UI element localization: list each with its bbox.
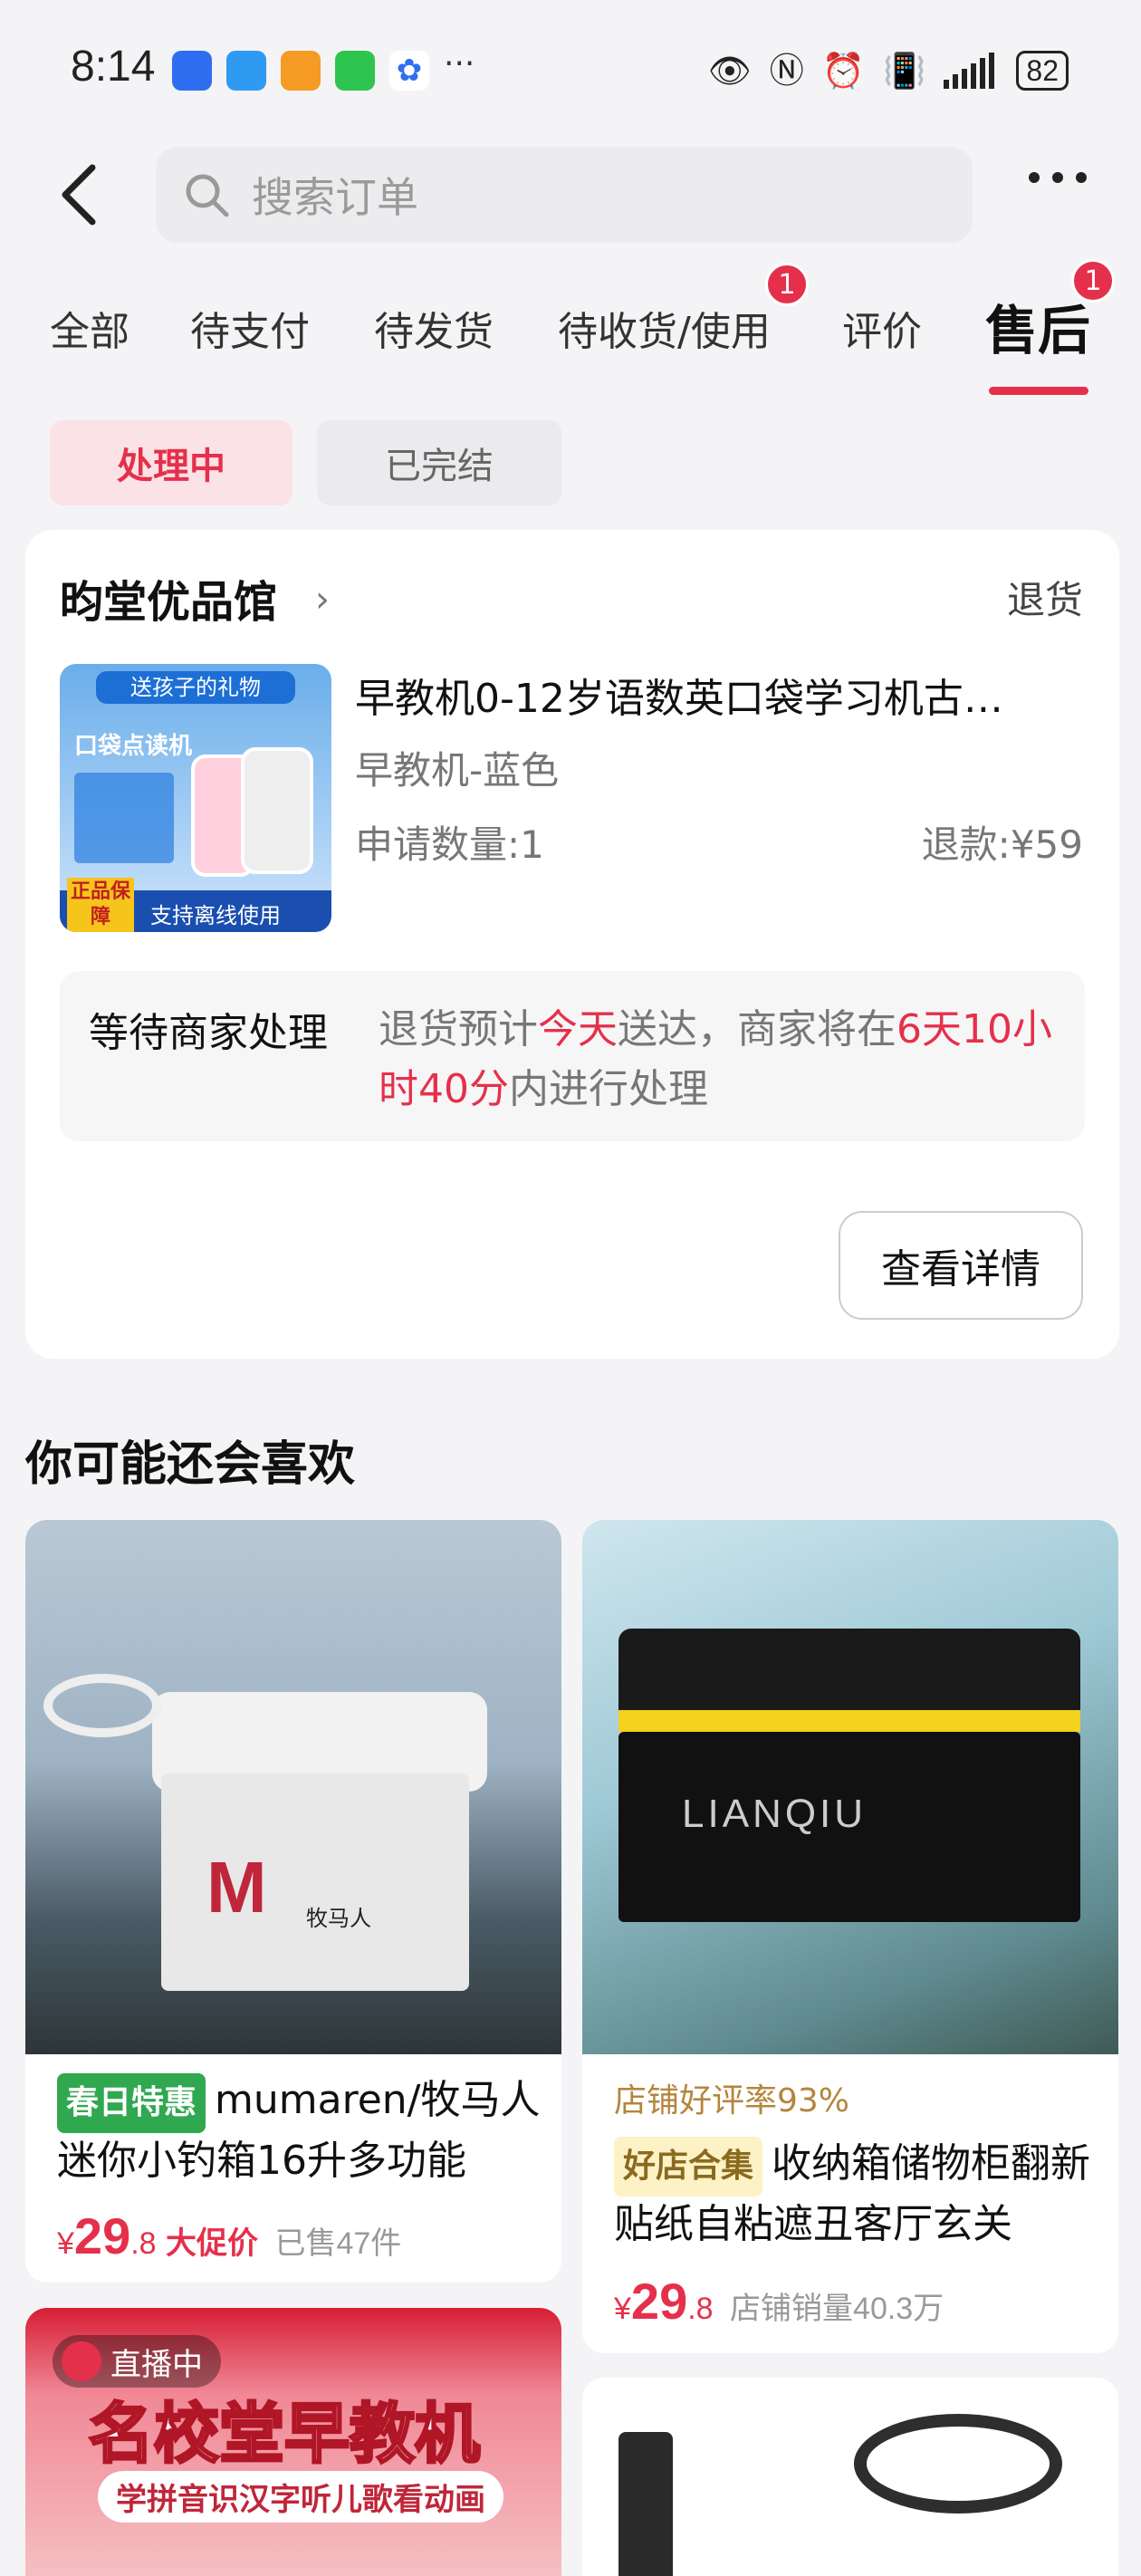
more-options-button[interactable] — [1029, 172, 1087, 183]
image-footer: 支持离线使用 — [150, 903, 281, 928]
price-symbol-1: ¥ — [57, 2226, 74, 2261]
chat-app-icon — [226, 51, 266, 91]
banner-title: 名校堂早教机 — [87, 2395, 481, 2474]
shop-name[interactable]: 昀堂优品馆 — [60, 566, 277, 630]
sold-count-1: 已售47件 — [274, 2226, 402, 2261]
brand-logo-text: 牧马人 — [306, 1906, 371, 1931]
box-stripe — [618, 1710, 1080, 1732]
active-tab-indicator — [989, 387, 1088, 395]
shop-sales-2: 店铺销量40.3万 — [730, 2292, 944, 2326]
search-placeholder: 搜索订单 — [252, 173, 418, 222]
request-quantity: 申请数量:1 — [355, 822, 544, 867]
nfc-icon: Ⓝ — [769, 51, 804, 91]
product-image-tackle-box: M 牧马人 — [25, 1520, 561, 2054]
product-image-stand — [618, 2432, 673, 2576]
product-title[interactable]: 早教机0-12岁语数英口袋学习机古… — [355, 666, 1079, 724]
notice-part3: 内进行处理 — [509, 1066, 708, 1112]
tab-all[interactable]: 全部 — [50, 299, 129, 357]
notes-app-icon — [281, 51, 321, 91]
rod-holder — [43, 1674, 161, 1737]
pending-receipt-badge: 1 — [765, 263, 809, 306]
recommend-title: 你可能还会喜欢 — [25, 1437, 356, 1492]
view-details-button[interactable]: 查看详情 — [839, 1211, 1083, 1320]
signal-icon — [944, 53, 995, 89]
recommend-price-2: ¥29.8 店铺销量40.3万 — [614, 2272, 944, 2331]
eye-icon: 👁 — [707, 51, 752, 91]
image-feature-list — [74, 773, 174, 863]
promo-tag-1: 春日特惠 — [57, 2073, 206, 2133]
search-input[interactable]: 搜索订单 — [156, 147, 973, 243]
notice-part1: 退货预计 — [379, 1006, 538, 1053]
baidu-icon: ✿ — [389, 51, 429, 91]
product-image[interactable]: 送孩子的礼物 口袋点读机 正品保障 支持离线使用 — [60, 664, 331, 932]
tab-after-sales[interactable]: 售后 — [985, 288, 1090, 364]
filter-processing[interactable]: 处理中 — [50, 420, 292, 505]
tab-reviews[interactable]: 评价 — [842, 299, 922, 357]
price-dec-1: .8 — [130, 2226, 157, 2261]
battery-icon: 82 — [1016, 51, 1069, 91]
brand-logo-lianqiu: LIANQIU — [682, 1792, 868, 1836]
tab-pending-shipment[interactable]: 待发货 — [374, 299, 494, 357]
after-sales-order-card: 昀堂优品馆 › 退货 送孩子的礼物 口袋点读机 正品保障 支持离线使用 早教机0… — [25, 530, 1119, 1359]
refund-amount: 退款:¥59 — [921, 822, 1083, 867]
product-image-storage-box: LIANQIU — [582, 1520, 1118, 2054]
back-button[interactable] — [54, 159, 109, 231]
more-notifications-icon: ··· — [444, 45, 475, 82]
tab-pending-receipt[interactable]: 待收货/使用 — [558, 299, 771, 357]
notice-part2: 送达，商家将在 — [618, 1006, 896, 1053]
image-badge: 正品保障 — [67, 878, 134, 932]
notice-today: 今天 — [538, 1006, 618, 1053]
recommend-card-3[interactable]: 直播中 名校堂早教机 学拼音识汉字听儿歌看动画 — [25, 2308, 561, 2576]
recommend-price-1: ¥29.8 大促价 已售47件 — [57, 2206, 401, 2265]
image-title: 口袋点读机 — [74, 733, 193, 760]
notice-text: 退货预计今天送达，商家将在6天10小时40分内进行处理 — [379, 1000, 1067, 1120]
voice-app-icon — [172, 51, 212, 91]
wechat-icon — [335, 51, 375, 91]
price-dec-2: .8 — [687, 2292, 714, 2326]
recommend-card-4[interactable] — [582, 2378, 1118, 2576]
vibrate-icon: 📳 — [883, 51, 926, 91]
status-bar: 8:14 ✿ ··· 👁 Ⓝ ⏰ 📳 82 — [0, 0, 1141, 136]
price-int-2: 29 — [630, 2273, 688, 2330]
promo-price-label: 大促价 — [166, 2226, 259, 2261]
status-time: 8:14 — [71, 43, 156, 91]
product-spec: 早教机-蓝色 — [355, 748, 560, 793]
image-banner: 送孩子的礼物 — [96, 671, 295, 704]
alarm-icon: ⏰ — [821, 51, 866, 91]
shop-rating-note: 店铺好评率93% — [614, 2082, 850, 2119]
status-indicators: 👁 Ⓝ ⏰ 📳 82 — [707, 45, 1069, 96]
price-int-1: 29 — [73, 2207, 131, 2264]
device-white — [241, 747, 313, 874]
banner-subtitle: 学拼音识汉字听儿歌看动画 — [98, 2471, 503, 2523]
brand-logo-m: M — [206, 1847, 267, 1927]
recommend-name-2: 好店合集 收纳箱储物柜翻新贴纸自粘遮丑客厅玄关 — [614, 2136, 1118, 2253]
recommend-card-1[interactable]: M 牧马人 春日特惠 mumaren/牧马人迷你小钓箱16升多功能 ¥29.8 大… — [25, 1520, 561, 2283]
price-symbol-2: ¥ — [614, 2292, 631, 2326]
tab-pending-payment[interactable]: 待支付 — [190, 299, 310, 357]
status-notice: 等待商家处理 退货预计今天送达，商家将在6天10小时40分内进行处理 — [60, 971, 1085, 1141]
live-icon — [62, 2341, 101, 2381]
order-tabs: 全部 待支付 待发货 待收货/使用 1 评价 售后 1 — [0, 259, 1141, 399]
after-sales-badge: 1 — [1071, 259, 1115, 303]
order-status: 退货 — [1006, 578, 1083, 622]
filter-finished[interactable]: 已完结 — [317, 420, 561, 505]
recommend-name-1: 春日特惠 mumaren/牧马人迷你小钓箱16升多功能 — [57, 2072, 561, 2189]
search-icon — [186, 174, 229, 217]
recommend-card-2[interactable]: LIANQIU 店铺好评率93% 好店合集 收纳箱储物柜翻新贴纸自粘遮丑客厅玄关 … — [582, 1520, 1118, 2353]
promo-tag-2: 好店合集 — [614, 2137, 763, 2196]
live-label: 直播中 — [110, 2346, 203, 2383]
chevron-right-icon[interactable]: › — [315, 579, 330, 620]
chevron-left-icon — [62, 164, 96, 226]
product-image-ring — [854, 2414, 1062, 2514]
notice-label: 等待商家处理 — [89, 1010, 328, 1056]
